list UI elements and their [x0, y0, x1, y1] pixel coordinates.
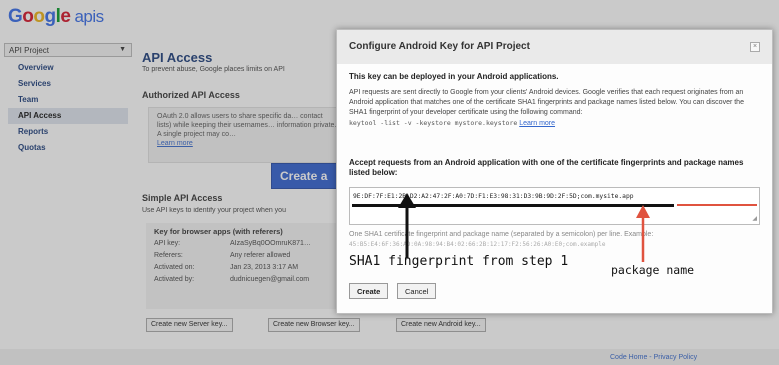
configure-android-key-dialog: Configure Android Key for API Project × …	[336, 29, 773, 314]
sha1-annotation: SHA1 fingerprint from step 1	[349, 254, 569, 269]
package-annotation: package name	[611, 263, 695, 277]
cancel-button[interactable]: Cancel	[397, 283, 437, 299]
create-button[interactable]: Create	[349, 283, 389, 299]
red-arrow-icon	[636, 205, 650, 262]
annotation-arrows	[398, 193, 650, 262]
black-arrow-icon	[398, 193, 416, 258]
